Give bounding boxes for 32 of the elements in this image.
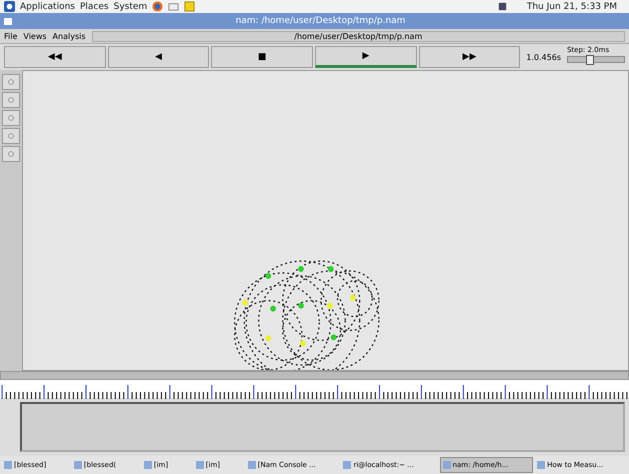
note-icon[interactable] (184, 1, 196, 12)
menu-item[interactable]: File (4, 32, 18, 40)
menu-item[interactable]: Views (23, 32, 47, 40)
tool-button[interactable] (2, 128, 20, 144)
step-slider[interactable] (566, 56, 625, 63)
dotted-circle-icon (7, 150, 15, 158)
window-menu-icon[interactable] (4, 18, 12, 24)
mail-icon[interactable] (168, 1, 180, 12)
clock[interactable]: Thu Jun 21, 5:33 PM (526, 2, 617, 12)
tool-button[interactable] (2, 146, 20, 162)
time-label: 1.0.456s (525, 52, 562, 64)
dotted-circle-icon (7, 114, 15, 122)
tool-button[interactable] (2, 110, 20, 126)
panel-menu[interactable]: System (114, 2, 148, 12)
playback-button[interactable]: ◀ (108, 46, 210, 68)
panel-menu[interactable]: Places (80, 2, 109, 12)
playback-button[interactable]: ▶ (314, 46, 417, 68)
playback-button[interactable]: ▶▶ (418, 46, 520, 68)
dotted-circle-icon (7, 96, 15, 104)
browser-icon[interactable] (152, 1, 164, 12)
menu-item[interactable]: Analysis (52, 32, 86, 40)
panel-menu[interactable]: Applications (20, 2, 75, 12)
playback-button[interactable]: ◀◀ (4, 46, 106, 68)
slider-thumb[interactable] (586, 55, 594, 65)
playback-button[interactable]: ■ (211, 46, 313, 68)
tool-button[interactable] (2, 74, 20, 90)
window-title: nam: /home/user/Desktop/tmp/p.nam (234, 16, 406, 26)
dotted-circle-icon (7, 132, 15, 140)
dotted-circle-icon (7, 78, 15, 86)
network-icon[interactable] (496, 1, 508, 12)
tool-button[interactable] (2, 92, 20, 108)
file-path: /home/user/Desktop/tmp/p.nam (92, 30, 625, 42)
